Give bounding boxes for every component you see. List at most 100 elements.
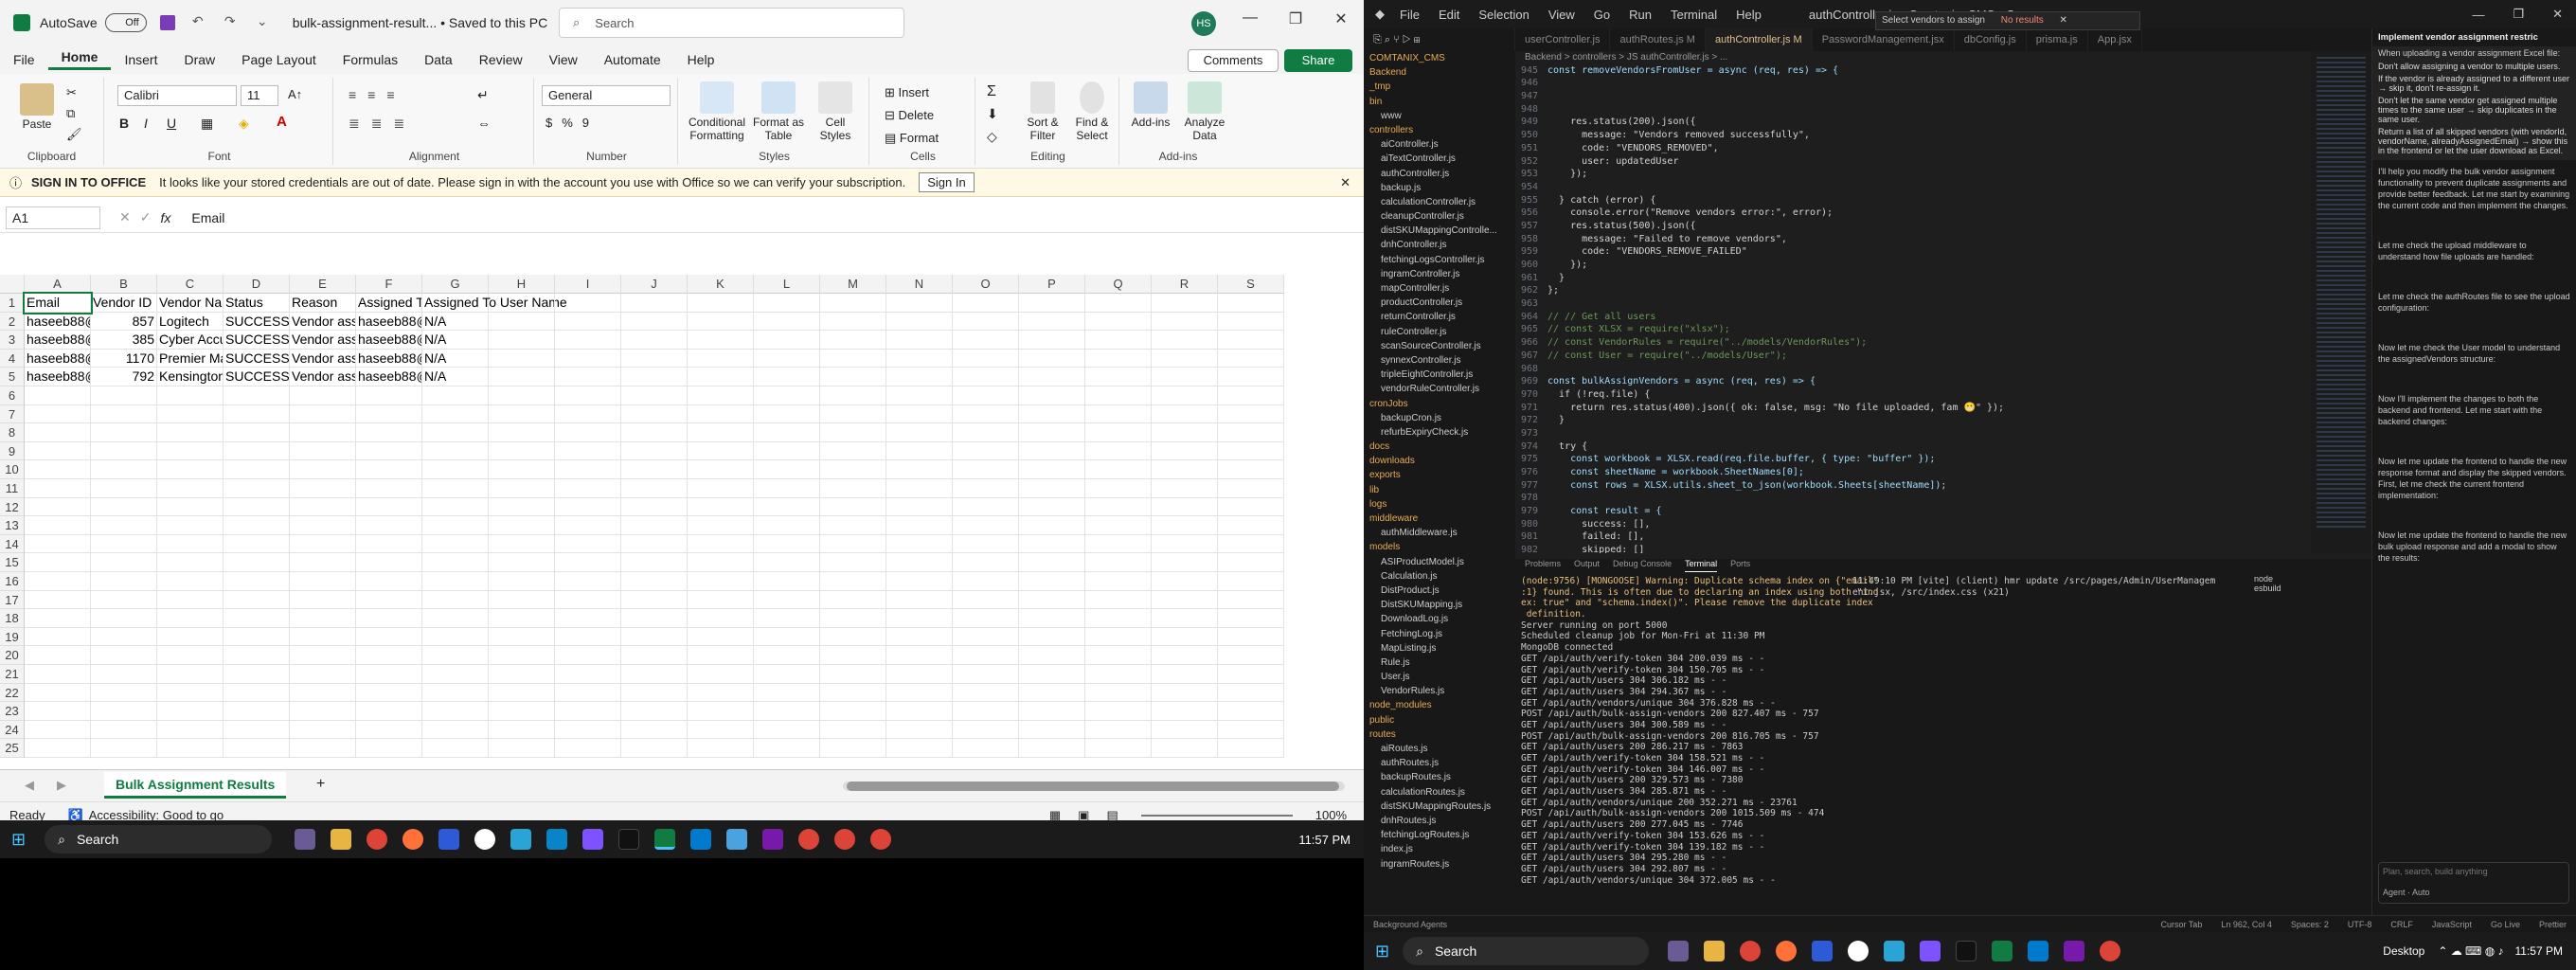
column-header-k[interactable]: K — [688, 275, 754, 294]
cell-i18[interactable] — [555, 609, 621, 628]
cell-f3[interactable]: haseeb88@ — [356, 331, 422, 350]
cell-j23[interactable] — [621, 702, 688, 721]
cell-n24[interactable] — [886, 720, 953, 740]
cell-i16[interactable] — [555, 572, 621, 591]
code-line[interactable]: 949 res.status(200).json({ — [1515, 116, 2301, 129]
cell-g11[interactable] — [422, 479, 489, 498]
font-color-icon[interactable]: A — [277, 114, 287, 130]
cell-j8[interactable] — [621, 423, 688, 442]
next-sheet-icon[interactable]: ▶ — [57, 778, 66, 793]
cell-l25[interactable] — [754, 739, 820, 758]
cell-k7[interactable] — [688, 404, 754, 424]
cell-n10[interactable] — [886, 460, 953, 479]
file-item[interactable]: distSKUMappingControlle... — [1364, 224, 1515, 238]
cell-j20[interactable] — [621, 646, 688, 665]
merge-center-icon[interactable]: ⇔ — [477, 116, 491, 131]
cell-q7[interactable] — [1085, 404, 1152, 424]
cell-f12[interactable] — [356, 497, 422, 517]
file-item[interactable]: DistProduct.js — [1364, 584, 1515, 598]
model-select[interactable]: Auto — [2412, 888, 2430, 897]
code-line[interactable]: 973 — [1515, 427, 2301, 440]
cell-d9[interactable] — [224, 441, 290, 461]
task-view-icon[interactable] — [1668, 941, 1690, 961]
cell-a8[interactable] — [25, 423, 91, 442]
cell-p20[interactable] — [1019, 646, 1085, 665]
cell-q13[interactable] — [1085, 516, 1152, 535]
cell-q1[interactable] — [1085, 294, 1152, 313]
row-header[interactable]: 24 — [0, 720, 25, 740]
code-line[interactable]: 958 message: "Failed to remove vendors", — [1515, 233, 2301, 246]
cell-b7[interactable] — [91, 404, 157, 424]
cell-r25[interactable] — [1152, 739, 1218, 758]
minimize-icon[interactable]: — — [1239, 9, 1261, 32]
cell-e5[interactable]: Vendor ass — [290, 368, 356, 386]
cell-o25[interactable] — [953, 739, 1019, 758]
status-item[interactable]: Background Agents — [1373, 920, 1447, 929]
cell-p15[interactable] — [1019, 553, 1085, 572]
tab-help[interactable]: Help — [674, 52, 728, 67]
cell-f6[interactable] — [356, 386, 422, 405]
code-line[interactable]: 945 const removeVendorsFromUser = async (… — [1515, 64, 2301, 78]
cell-b24[interactable] — [91, 720, 157, 740]
cursor-icon[interactable] — [618, 829, 640, 850]
cell-f24[interactable] — [356, 720, 422, 740]
cell-a2[interactable]: haseeb88@ — [25, 312, 91, 332]
code-line[interactable]: 979 const result = { — [1515, 505, 2301, 518]
column-header-o[interactable]: O — [953, 275, 1019, 294]
cell-d7[interactable] — [224, 404, 290, 424]
row-header[interactable]: 7 — [0, 404, 25, 424]
folder-item[interactable]: cronJobs — [1364, 397, 1515, 411]
chat-input[interactable]: Plan, search, build anything Agent · Aut… — [2378, 862, 2569, 904]
cell-e16[interactable] — [290, 572, 356, 591]
file-item[interactable]: Rule.js — [1364, 656, 1515, 670]
column-header-d[interactable]: D — [224, 275, 290, 294]
fill-icon[interactable]: ⬇ — [987, 106, 998, 122]
cell-c21[interactable] — [157, 665, 224, 684]
cell-h17[interactable] — [489, 590, 555, 610]
tab-data[interactable]: Data — [411, 52, 466, 67]
cell-n13[interactable] — [886, 516, 953, 535]
cell-e7[interactable] — [290, 404, 356, 424]
cell-m10[interactable] — [820, 460, 886, 479]
cell-c2[interactable]: Logitech — [157, 312, 224, 332]
cell-i1[interactable] — [555, 294, 621, 313]
folder-item[interactable]: models — [1364, 540, 1515, 554]
code-line[interactable]: 980 success: [], — [1515, 518, 2301, 531]
undo-icon[interactable]: ↶ — [188, 13, 207, 32]
cell-a3[interactable]: haseeb88@ — [25, 331, 91, 350]
cell-p9[interactable] — [1019, 441, 1085, 461]
cell-o21[interactable] — [953, 665, 1019, 684]
cell-i2[interactable] — [555, 312, 621, 332]
row-header[interactable]: 4 — [0, 349, 25, 368]
cell-o16[interactable] — [953, 572, 1019, 591]
cell-s4[interactable] — [1218, 349, 1284, 368]
cell-f19[interactable] — [356, 627, 422, 647]
cell-k6[interactable] — [688, 386, 754, 405]
column-header-n[interactable]: N — [886, 275, 953, 294]
cell-c7[interactable] — [157, 404, 224, 424]
cell-j25[interactable] — [621, 739, 688, 758]
cell-n19[interactable] — [886, 627, 953, 647]
cell-a15[interactable] — [25, 553, 91, 572]
cell-j22[interactable] — [621, 683, 688, 703]
cell-g19[interactable] — [422, 627, 489, 647]
code-line[interactable]: 954 — [1515, 181, 2301, 194]
redo-icon[interactable]: ↷ — [221, 13, 240, 32]
tab-formulas[interactable]: Formulas — [330, 52, 411, 67]
cell-o3[interactable] — [953, 331, 1019, 350]
code-line[interactable]: 946 — [1515, 77, 2301, 90]
cell-e15[interactable] — [290, 553, 356, 572]
file-item[interactable]: aiController.js — [1364, 137, 1515, 152]
restore-icon[interactable]: ❐ — [1284, 9, 1307, 32]
row-header[interactable]: 20 — [0, 646, 25, 665]
code-line[interactable]: 956 console.error("Remove vendors error:… — [1515, 207, 2301, 220]
file-item[interactable]: MapListing.js — [1364, 641, 1515, 656]
tab-page-layout[interactable]: Page Layout — [228, 52, 330, 67]
cell-d11[interactable] — [224, 479, 290, 498]
find-select-button[interactable]: Find & Select — [1068, 81, 1116, 142]
cell-h13[interactable] — [489, 516, 555, 535]
cell-n20[interactable] — [886, 646, 953, 665]
onenote-icon[interactable] — [2064, 941, 2085, 961]
cell-j17[interactable] — [621, 590, 688, 610]
cell-h7[interactable] — [489, 404, 555, 424]
